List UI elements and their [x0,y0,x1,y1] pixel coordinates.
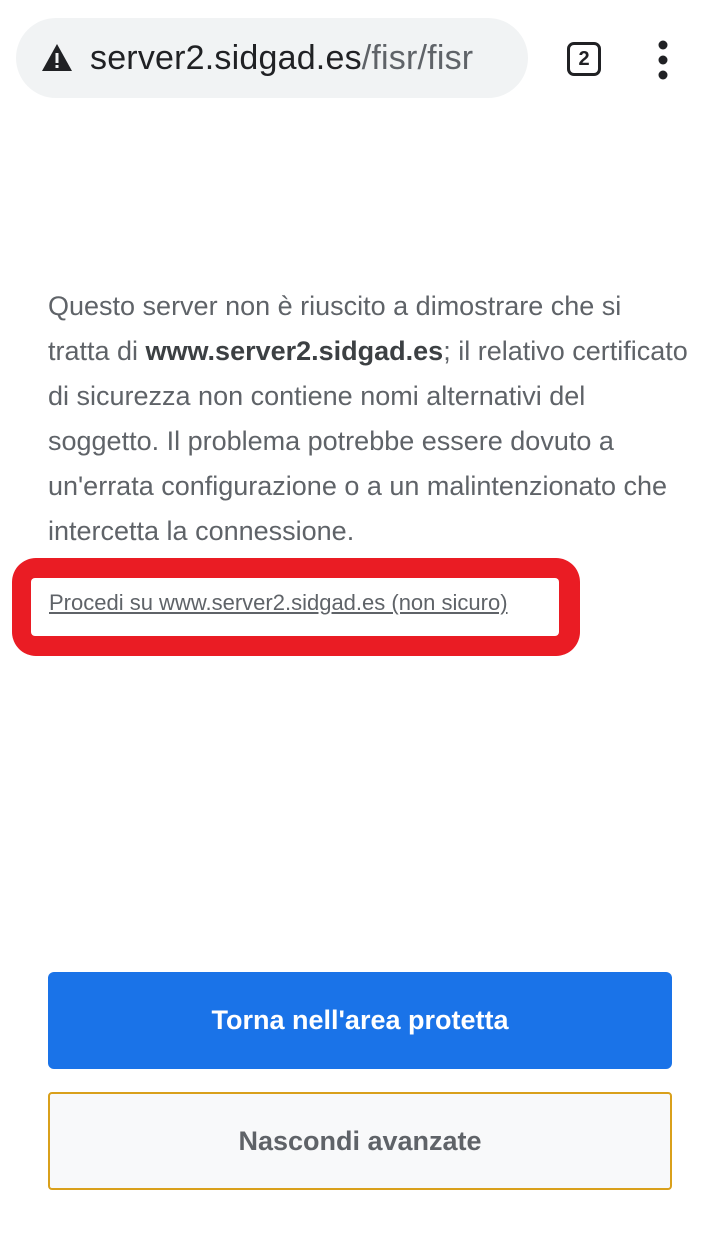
page: server2.sidgad.es/fisr/fisr 2 Questo ser… [0,0,718,1234]
tab-switcher-button[interactable]: 2 [567,42,601,76]
more-vert-icon[interactable] [652,40,674,80]
explanation-domain: www.server2.sidgad.es [145,336,444,366]
tab-count: 2 [578,47,590,70]
hide-advanced-button[interactable]: Nascondi avanzate [48,1092,672,1190]
back-to-safety-button[interactable]: Torna nell'area protetta [48,972,672,1069]
explanation-text-after: ; il relativo certificato di sicurezza n… [48,336,688,546]
url-host: server2.sidgad.es [90,38,362,77]
url-text[interactable]: server2.sidgad.es/fisr/fisr [90,39,490,78]
address-bar[interactable]: server2.sidgad.es/fisr/fisr [16,18,528,98]
warning-triangle-icon[interactable] [40,41,74,75]
proceed-unsafe-link[interactable]: Procedi su www.server2.sidgad.es (non si… [49,590,508,616]
url-path: /fisr/fisr [361,38,474,77]
security-explanation: Questo server non è riuscito a dimostrar… [48,284,688,554]
